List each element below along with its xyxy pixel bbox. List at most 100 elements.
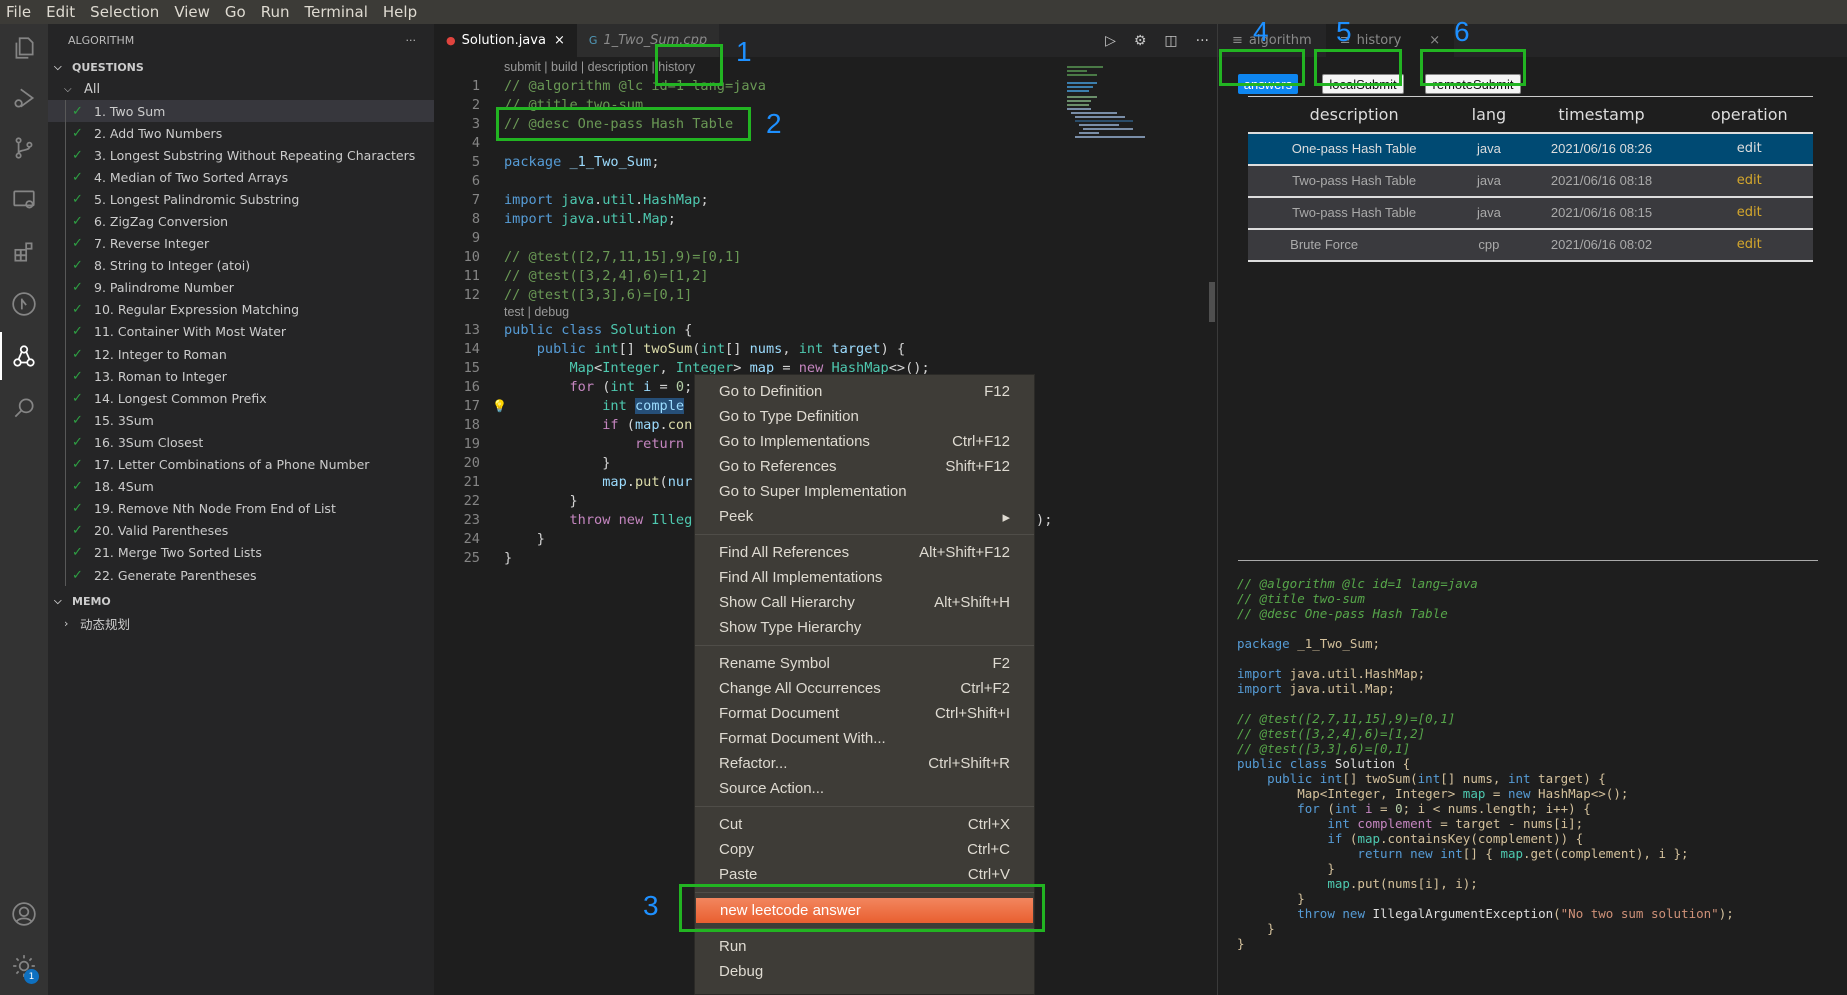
menu-edit[interactable]: Edit	[46, 3, 75, 21]
menu-item-go-to-implementations[interactable]: Go to Implementations Ctrl+F12	[695, 429, 1034, 454]
question-item[interactable]: ✓ 6. ZigZag Conversion	[48, 210, 434, 232]
minimap[interactable]	[1067, 64, 1147, 144]
column-header-timestamp[interactable]: timestamp	[1517, 96, 1686, 134]
menu-help[interactable]: Help	[383, 3, 417, 21]
tab-solution-java[interactable]: ● Solution.java ×	[434, 24, 577, 57]
menu-run[interactable]: Run	[261, 3, 290, 21]
more-actions-button[interactable]: ···	[406, 34, 417, 47]
editor-scrollbar[interactable]	[1209, 282, 1215, 322]
question-item[interactable]: ✓ 12. Integer to Roman	[48, 343, 434, 365]
menu-file[interactable]: File	[6, 3, 31, 21]
source-control-icon[interactable]	[0, 124, 48, 172]
menu-item-change-all-occurrences[interactable]: Change All Occurrences Ctrl+F2	[695, 676, 1034, 701]
algorithm-icon[interactable]	[0, 332, 48, 380]
menu-item-source-action[interactable]: Source Action...	[695, 776, 1034, 801]
question-item[interactable]: ✓ 15. 3Sum	[48, 409, 434, 431]
close-tab-icon[interactable]: ×	[1429, 33, 1440, 48]
memo-section-header[interactable]: ⌵ MEMO	[48, 590, 434, 612]
question-item[interactable]: ✓ 2. Add Two Numbers	[48, 122, 434, 144]
line-number: 24	[463, 530, 480, 547]
memo-item[interactable]: › 动态规划	[48, 612, 434, 634]
column-header-description[interactable]: description	[1248, 96, 1461, 134]
question-item[interactable]: ✓ 20. Valid Parentheses	[48, 520, 434, 542]
edit-link[interactable]: edit	[1685, 196, 1813, 230]
question-item[interactable]: ✓ 22. Generate Parentheses	[48, 564, 434, 586]
run-debug-icon[interactable]	[0, 74, 48, 122]
run-icon[interactable]: ▷	[1105, 33, 1116, 49]
menu-item-paste[interactable]: Paste Ctrl+V	[695, 862, 1034, 887]
question-item[interactable]: ✓ 18. 4Sum	[48, 476, 434, 498]
debug-run-icon[interactable]: ⚙	[1134, 33, 1147, 49]
menu-item-format-document[interactable]: Format Document Ctrl+Shift+I	[695, 701, 1034, 726]
edit-link[interactable]: edit	[1685, 132, 1813, 166]
column-header-lang[interactable]: lang	[1460, 96, 1518, 134]
local-submit-button[interactable]: localSubmit	[1322, 74, 1404, 94]
menu-item-label: Refactor...	[719, 755, 788, 772]
question-item[interactable]: ✓ 5. Longest Palindromic Substring	[48, 188, 434, 210]
questions-section-header[interactable]: ⌵ QUESTIONS	[48, 56, 434, 78]
table-row[interactable]: One-pass Hash Table java 2021/06/16 08:26 e…	[1248, 132, 1813, 166]
table-row[interactable]: Brute Force cpp 2021/06/16 08:02 edit	[1248, 228, 1813, 262]
edit-link[interactable]: edit	[1685, 164, 1813, 198]
question-item[interactable]: ✓ 8. String to Integer (atoi)	[48, 255, 434, 277]
account-icon[interactable]	[0, 890, 48, 938]
context-menu: Go to Definition F12 Go to Type Definition…	[694, 374, 1035, 995]
menu-item-find-all-references[interactable]: Find All References Alt+Shift+F12	[695, 540, 1034, 565]
menu-item-rename-symbol[interactable]: Rename Symbol F2	[695, 651, 1034, 676]
menu-item-go-to-references[interactable]: Go to References Shift+F12	[695, 454, 1034, 479]
settings-gear-icon[interactable]: 1	[0, 942, 48, 990]
question-item[interactable]: ✓ 17. Letter Combinations of a Phone Numb…	[48, 454, 434, 476]
menu-item-peek[interactable]: Peek ▸	[695, 504, 1034, 529]
split-editor-icon[interactable]: ◫	[1164, 33, 1177, 49]
git-graph-icon[interactable]	[0, 280, 48, 328]
menu-item-label: Show Call Hierarchy	[719, 594, 855, 611]
question-item[interactable]: ✓ 11. Container With Most Water	[48, 321, 434, 343]
question-item[interactable]: ✓ 7. Reverse Integer	[48, 233, 434, 255]
column-header-operation[interactable]: operation	[1685, 96, 1813, 134]
table-row[interactable]: Two-pass Hash Table java 2021/06/16 08:18 e…	[1248, 164, 1813, 198]
question-item[interactable]: ✓ 16. 3Sum Closest	[48, 431, 434, 453]
search-icon[interactable]	[0, 384, 48, 432]
question-item[interactable]: ✓ 9. Palindrome Number	[48, 277, 434, 299]
menu-item-run[interactable]: Run	[695, 934, 1034, 959]
code-text: }	[569, 492, 578, 509]
table-row[interactable]: Two-pass Hash Table java 2021/06/16 08:15 e…	[1248, 196, 1813, 230]
extensions-icon[interactable]	[0, 228, 48, 276]
tab-two-sum-cpp[interactable]: G 1_Two_Sum.cpp	[576, 24, 720, 57]
menu-item-cut[interactable]: Cut Ctrl+X	[695, 812, 1034, 837]
explorer-icon[interactable]	[0, 24, 48, 72]
edit-link[interactable]: edit	[1685, 228, 1813, 262]
menu-selection[interactable]: Selection	[90, 3, 159, 21]
question-item[interactable]: ✓ 10. Regular Expression Matching	[48, 299, 434, 321]
remote-submit-button[interactable]: remoteSubmit	[1425, 74, 1521, 94]
question-item[interactable]: ✓ 3. Longest Substring Without Repeating …	[48, 144, 434, 166]
codelens-test-debug[interactable]: test | debug	[434, 304, 1217, 320]
question-item[interactable]: ✓ 19. Remove Nth Node From End of List	[48, 498, 434, 520]
answers-button[interactable]: answers	[1238, 74, 1298, 94]
question-item[interactable]: ✓ 13. Roman to Integer	[48, 365, 434, 387]
remote-explorer-icon[interactable]	[0, 176, 48, 224]
menu-item-find-all-implementations[interactable]: Find All Implementations	[695, 565, 1034, 590]
tree-item-all[interactable]: ⌵ All	[48, 78, 434, 100]
menu-item-show-type-hierarchy[interactable]: Show Type Hierarchy	[695, 615, 1034, 640]
menu-item-go-to-type-definition[interactable]: Go to Type Definition	[695, 404, 1034, 429]
menu-item-debug[interactable]: Debug	[695, 959, 1034, 984]
question-item[interactable]: ✓ 14. Longest Common Prefix	[48, 387, 434, 409]
question-item[interactable]: ✓ 4. Median of Two Sorted Arrays	[48, 166, 434, 188]
menu-item-refactor[interactable]: Refactor... Ctrl+Shift+R	[695, 751, 1034, 776]
menu-go[interactable]: Go	[225, 3, 246, 21]
menu-item-copy[interactable]: Copy Ctrl+C	[695, 837, 1034, 862]
menu-item-go-to-super-implementation[interactable]: Go to Super Implementation	[695, 479, 1034, 504]
lightbulb-icon[interactable]: 💡	[492, 399, 507, 413]
menu-view[interactable]: View	[174, 3, 210, 21]
close-tab-icon[interactable]: ×	[554, 33, 565, 48]
more-actions-icon[interactable]: ···	[1196, 33, 1209, 49]
menu-item-format-document-with[interactable]: Format Document With...	[695, 726, 1034, 751]
tab-algorithm[interactable]: ≡ algorithm	[1218, 24, 1326, 57]
question-item[interactable]: ✓ 1. Two Sum	[48, 100, 434, 123]
question-item[interactable]: ✓ 21. Merge Two Sorted Lists	[48, 542, 434, 564]
menu-item-go-to-definition[interactable]: Go to Definition F12	[695, 379, 1034, 404]
menu-item-show-call-hierarchy[interactable]: Show Call Hierarchy Alt+Shift+H	[695, 590, 1034, 615]
menu-item-new-leetcode-answer[interactable]: new leetcode answer	[696, 898, 1033, 923]
menu-terminal[interactable]: Terminal	[305, 3, 368, 21]
